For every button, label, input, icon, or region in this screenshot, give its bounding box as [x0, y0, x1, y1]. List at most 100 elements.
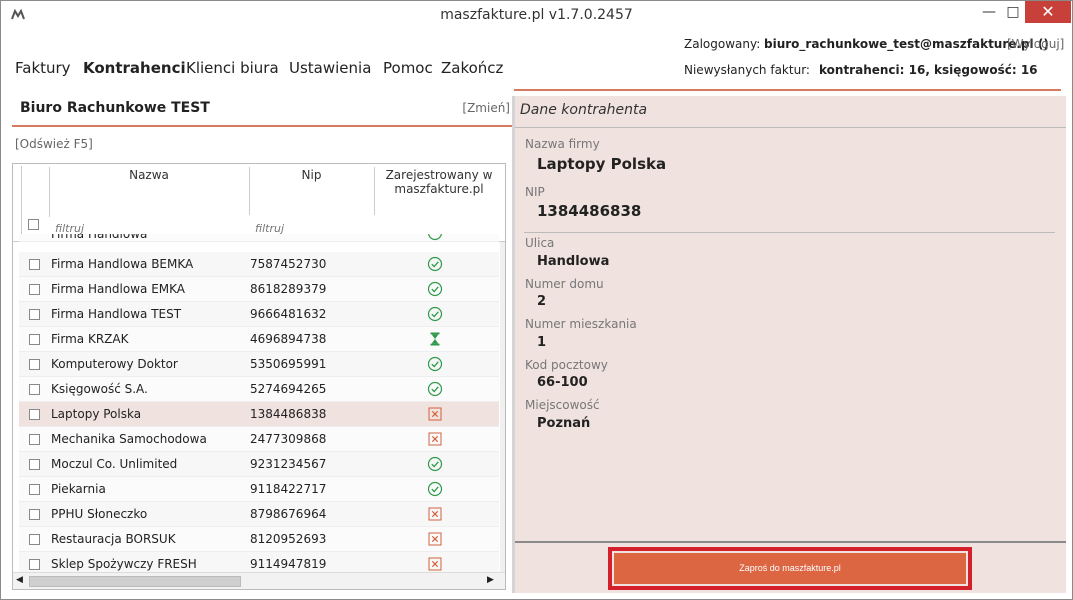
- row-checkbox[interactable]: [29, 459, 40, 470]
- row-nip: 9114947819: [250, 557, 327, 571]
- row-nip: 7587452730: [250, 257, 327, 271]
- row-name: Piekarnia: [51, 482, 106, 496]
- unsent-value: kontrahenci: 16, księgowość: 16: [819, 63, 1038, 77]
- not-registered-x-icon: [428, 557, 442, 571]
- company-label: Nazwa firmy: [525, 137, 600, 151]
- table-row[interactable]: Firma KRZAK 4696894738: [19, 327, 499, 352]
- menu-klienci-biura[interactable]: Klienci biura: [186, 59, 279, 77]
- row-nip: 8120952693: [250, 532, 327, 546]
- row-name: Firma Handlowa TEST: [51, 307, 182, 321]
- minimize-button[interactable]: —: [976, 1, 1002, 23]
- row-nip: 4696894738: [250, 332, 327, 346]
- registered-check-icon: [427, 281, 443, 297]
- not-registered-x-icon: [428, 407, 442, 421]
- table-row[interactable]: PPHU Słoneczko 8798676964: [19, 502, 499, 527]
- hourglass-icon: [430, 332, 440, 346]
- table-row[interactable]: Firma Handlowa TEST 9666481632: [19, 302, 499, 327]
- details-title: Dane kontrahenta: [520, 102, 648, 118]
- menu-ustawienia[interactable]: Ustawienia: [289, 59, 371, 77]
- invite-highlight-frame: Zaproś do maszfakture.pl: [608, 547, 972, 590]
- row-checkbox[interactable]: [29, 334, 40, 345]
- column-header-registered[interactable]: Zarejestrowany w maszfakture.pl: [374, 168, 504, 196]
- menu-zakoncz[interactable]: Zakończ: [441, 59, 503, 77]
- row-nip: 5350695991: [250, 357, 327, 371]
- registered-check-icon: [427, 456, 443, 472]
- table-row-partial[interactable]: Firma Handlowa: [19, 234, 499, 242]
- row-checkbox[interactable]: [29, 359, 40, 370]
- postal-code-value: 66-100: [537, 375, 588, 390]
- details-bottom-divider: [515, 541, 1066, 543]
- row-checkbox[interactable]: [29, 309, 40, 320]
- row-checkbox[interactable]: [29, 484, 40, 495]
- contractors-grid: Nazwa Nip Zarejestrowany w maszfakture.p…: [12, 163, 506, 590]
- unsent-label: Niewysłanych faktur:: [684, 63, 810, 77]
- row-nip: 9666481632: [250, 307, 327, 321]
- vertical-scrollbar[interactable]: [500, 242, 505, 572]
- maximize-button[interactable]: □: [1001, 1, 1025, 23]
- invite-button[interactable]: Zaproś do maszfakture.pl: [614, 553, 966, 584]
- city-label: Miejscowość: [525, 398, 600, 412]
- table-row[interactable]: Komputerowy Doktor 5350695991: [19, 352, 499, 377]
- registered-check-icon: [427, 256, 443, 272]
- not-registered-x-icon: [428, 507, 442, 521]
- select-all-checkbox[interactable]: [28, 219, 39, 230]
- row-checkbox[interactable]: [29, 384, 40, 395]
- change-office-link[interactable]: [Zmień]: [462, 101, 510, 115]
- table-row[interactable]: Restauracja BORSUK 8120952693: [19, 527, 499, 552]
- table-row[interactable]: Mechanika Samochodowa 2477309868: [19, 427, 499, 452]
- registered-check-icon: [427, 481, 443, 497]
- row-checkbox[interactable]: [29, 559, 40, 570]
- scroll-thumb[interactable]: [29, 576, 241, 587]
- street-label: Ulica: [525, 236, 555, 250]
- scroll-right-arrow[interactable]: ▶: [487, 575, 494, 585]
- street-value: Handlowa: [537, 254, 610, 269]
- postal-code-label: Kod pocztowy: [525, 358, 608, 372]
- column-header-name[interactable]: Nazwa: [49, 168, 249, 182]
- not-registered-x-icon: [428, 532, 442, 546]
- logout-link[interactable]: [Wyloguj]: [1007, 37, 1064, 51]
- row-nip: 5274694265: [250, 382, 327, 396]
- column-header-nip[interactable]: Nip: [249, 168, 374, 182]
- row-name: Sklep Spożywczy FRESH: [51, 557, 197, 571]
- menu-pomoc[interactable]: Pomoc: [383, 59, 433, 77]
- row-name: Restauracja BORSUK: [51, 532, 176, 546]
- not-registered-x-icon: [428, 432, 442, 446]
- table-row[interactable]: Księgowość S.A. 5274694265: [19, 377, 499, 402]
- city-value: Poznań: [537, 416, 591, 431]
- office-name: Biuro Rachunkowe TEST: [20, 100, 210, 116]
- row-checkbox[interactable]: [29, 284, 40, 295]
- menu-faktury[interactable]: Faktury: [15, 59, 71, 77]
- company-value: Laptopy Polska: [537, 155, 667, 173]
- column-separator: [21, 166, 22, 236]
- close-button[interactable]: ✕: [1025, 1, 1071, 23]
- column-header-registered-line1: Zarejestrowany w: [385, 168, 493, 182]
- row-checkbox[interactable]: [29, 534, 40, 545]
- table-row[interactable]: Moczul Co. Unlimited 9231234567: [19, 452, 499, 477]
- horizontal-scrollbar[interactable]: ◀ ▶: [13, 572, 505, 589]
- row-checkbox[interactable]: [29, 509, 40, 520]
- refresh-link[interactable]: [Odśwież F5]: [15, 137, 93, 151]
- menu-kontrahenci[interactable]: Kontrahenci: [83, 59, 186, 77]
- row-name: Moczul Co. Unlimited: [51, 457, 178, 471]
- details-divider: [515, 127, 1066, 128]
- row-checkbox[interactable]: [29, 409, 40, 420]
- scroll-left-arrow[interactable]: ◀: [16, 575, 23, 585]
- header-divider: [514, 89, 1061, 91]
- nip-label: NIP: [525, 185, 545, 199]
- row-checkbox[interactable]: [29, 434, 40, 445]
- table-row[interactable]: Firma Handlowa BEMKA 7587452730: [19, 252, 499, 277]
- row-name: Firma Handlowa EMKA: [51, 282, 186, 296]
- window-title: maszfakture.pl v1.7.0.2457: [440, 7, 633, 23]
- registered-check-icon: [427, 356, 443, 372]
- row-name: Laptopy Polska: [51, 407, 142, 421]
- registered-check-icon: [427, 234, 443, 241]
- table-row[interactable]: Laptopy Polska 1384486838: [19, 402, 499, 427]
- house-number-label: Numer domu: [525, 277, 604, 291]
- row-checkbox[interactable]: [29, 259, 40, 270]
- title-bar: maszfakture.pl v1.7.0.2457 — □ ✕: [1, 1, 1072, 30]
- grid-header: Nazwa Nip Zarejestrowany w maszfakture.p…: [13, 164, 505, 242]
- registered-check-icon: [427, 306, 443, 322]
- table-row[interactable]: Firma Handlowa EMKA 8618289379: [19, 277, 499, 302]
- row-nip: 9118422717: [250, 482, 327, 496]
- table-row[interactable]: Piekarnia 9118422717: [19, 477, 499, 502]
